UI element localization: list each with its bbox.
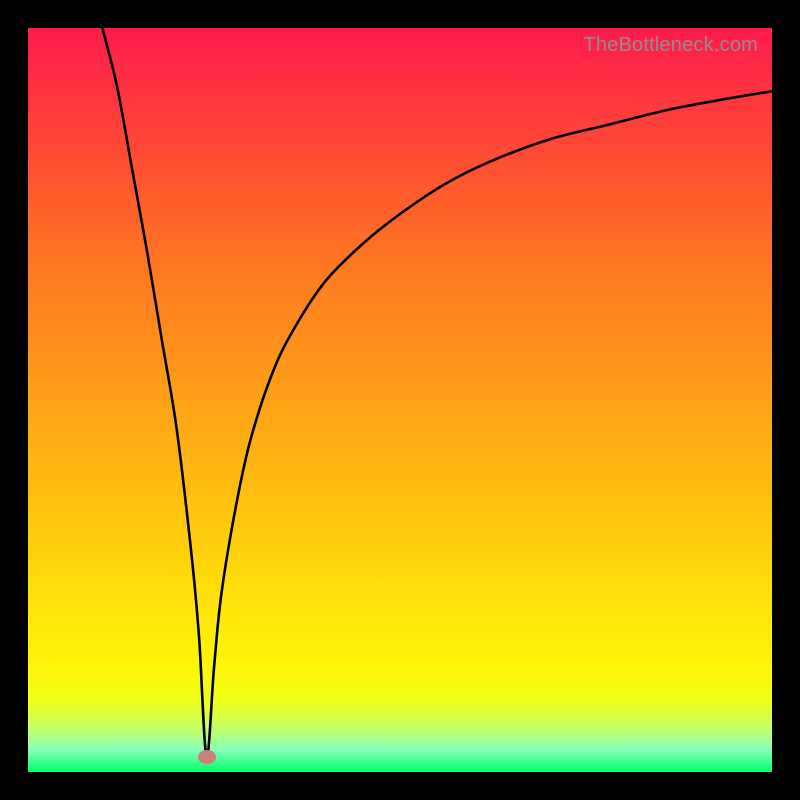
curve-svg — [28, 28, 772, 772]
chart-frame: TheBottleneck.com — [0, 0, 800, 800]
minimum-marker — [198, 750, 216, 764]
plot-area: TheBottleneck.com — [28, 28, 772, 772]
bottleneck-curve — [102, 28, 772, 757]
